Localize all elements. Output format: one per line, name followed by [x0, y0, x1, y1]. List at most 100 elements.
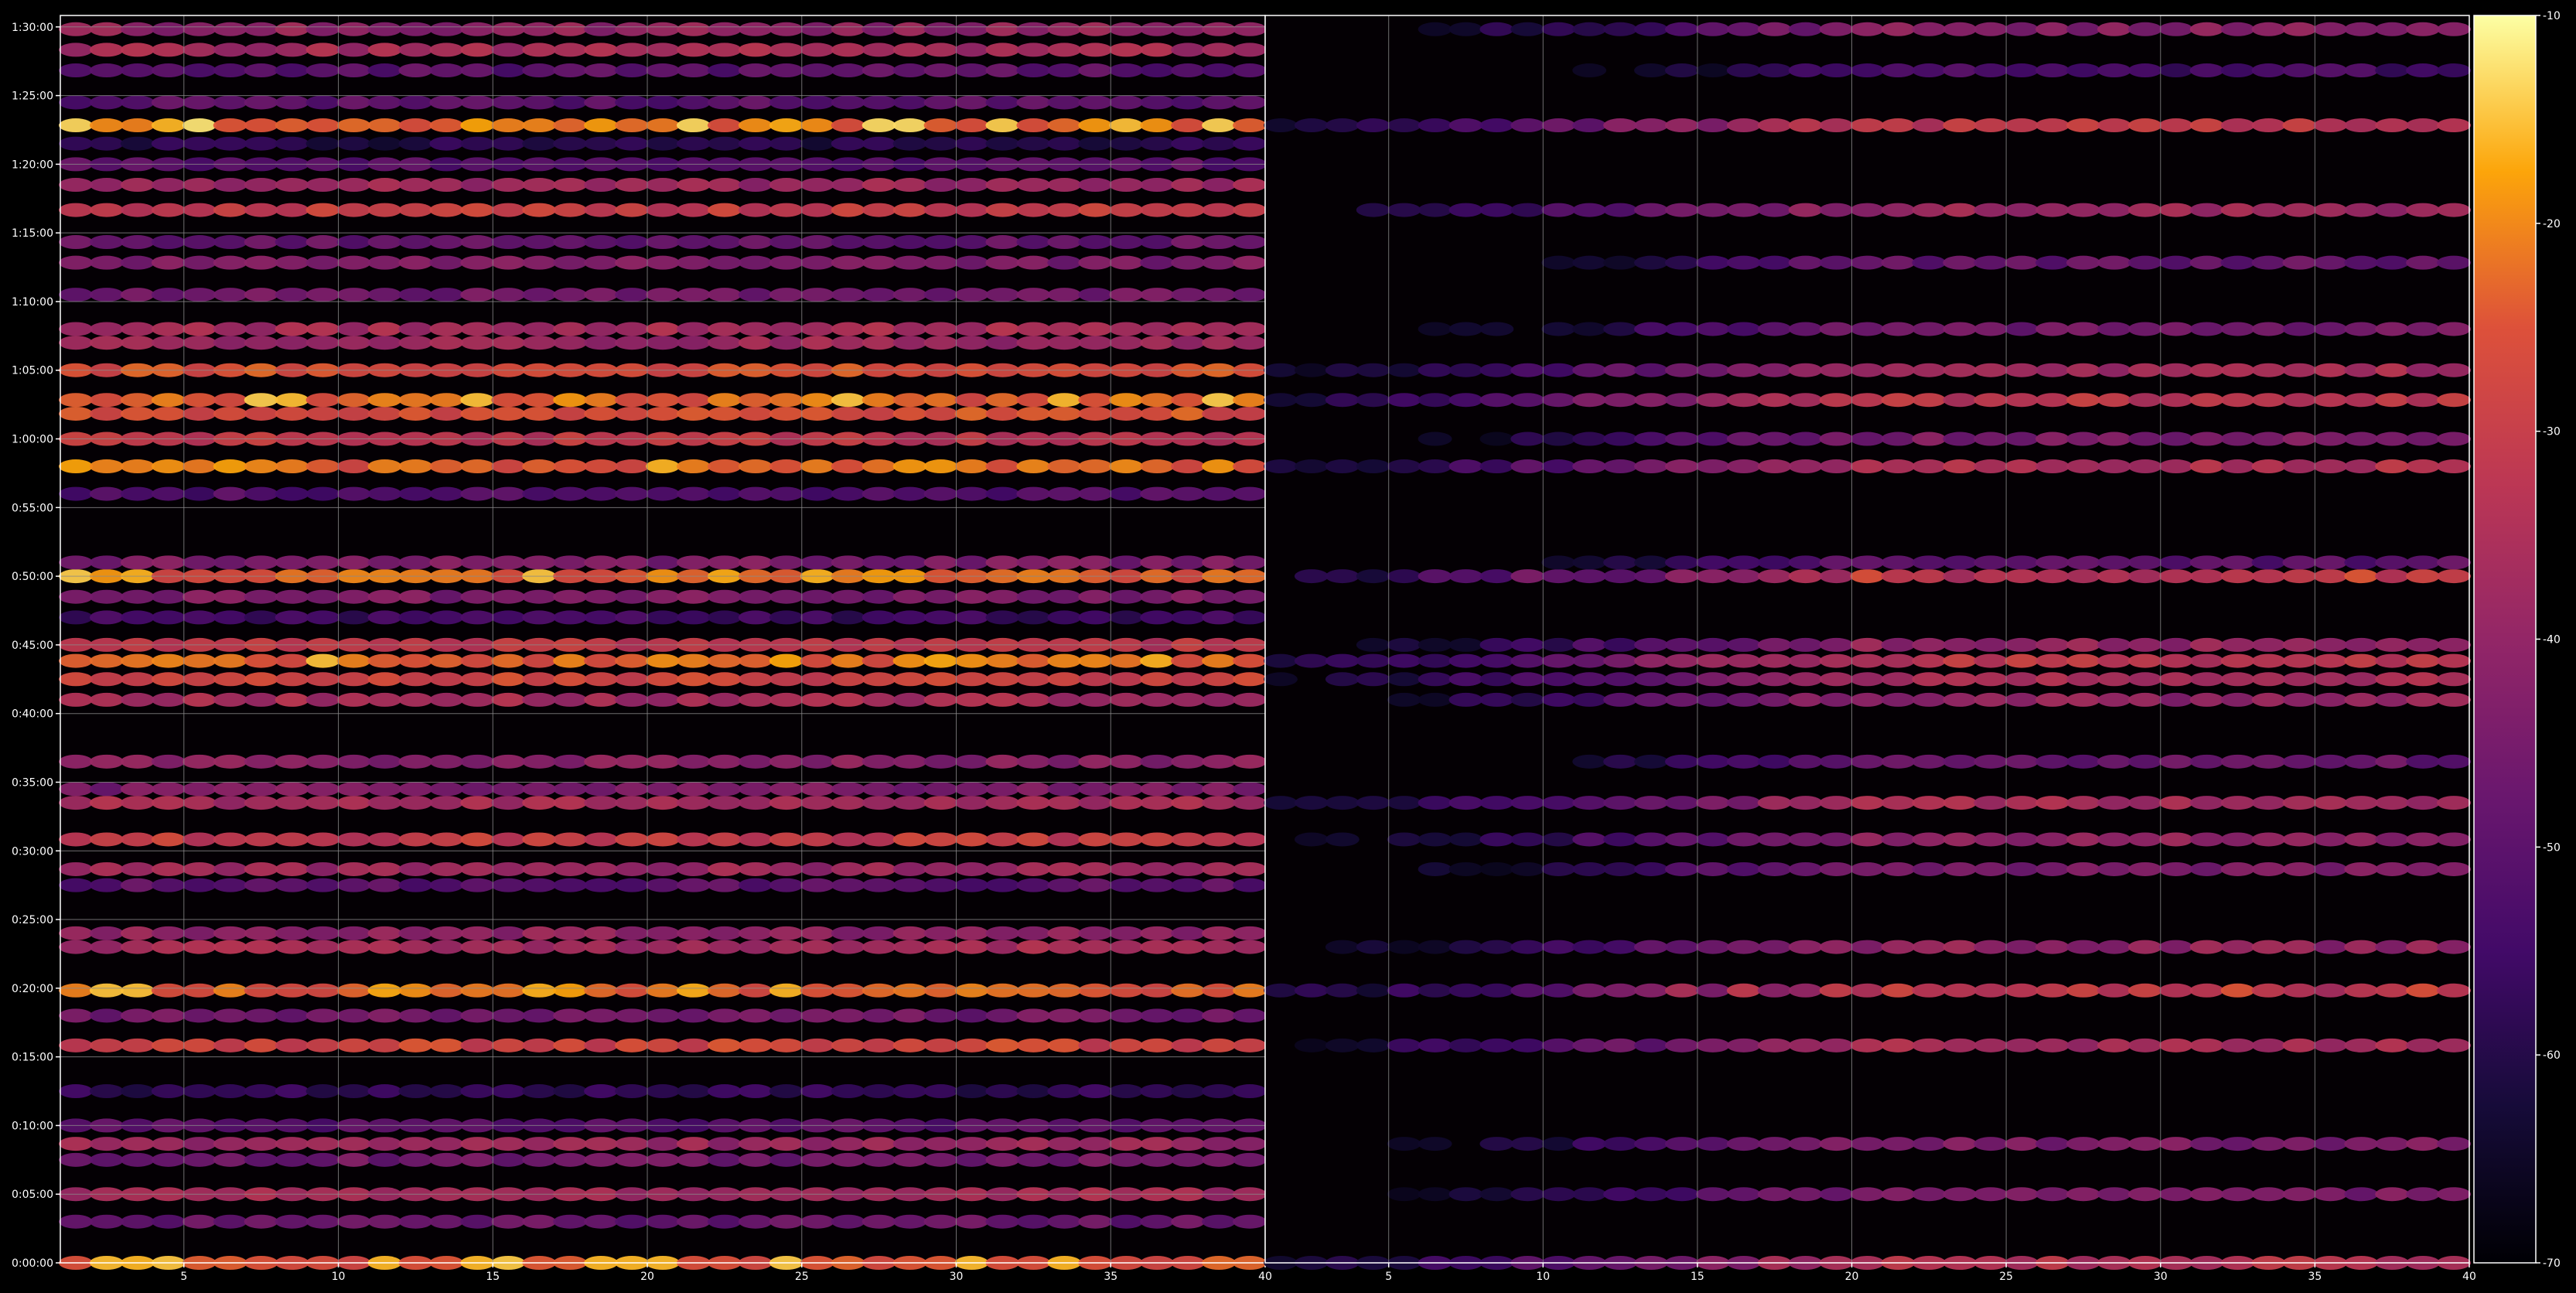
heatmap-cell — [923, 203, 958, 217]
heatmap-cell — [305, 672, 340, 687]
heatmap-cell — [1634, 459, 1668, 474]
heatmap-cell — [892, 178, 927, 193]
heatmap-cell — [59, 782, 93, 797]
heatmap-cell — [862, 1008, 896, 1023]
heatmap-cell — [1541, 255, 1576, 270]
heatmap-cell — [1974, 637, 2008, 652]
heatmap-cell — [2344, 653, 2379, 668]
heatmap-cell — [460, 1152, 495, 1167]
heatmap-cell — [244, 1084, 278, 1099]
heatmap-cell — [1819, 555, 1854, 570]
heatmap-cell — [1356, 1038, 1390, 1052]
x-tick-label: 35 — [2308, 1271, 2322, 1283]
heatmap-cell — [553, 796, 588, 810]
heatmap-cell — [862, 288, 896, 302]
heatmap-cell — [1233, 926, 1267, 940]
heatmap-cell — [2282, 1038, 2317, 1052]
heatmap-cell — [429, 336, 464, 350]
heatmap-cell — [1140, 672, 1175, 687]
heatmap-cell — [1850, 940, 1885, 954]
heatmap-cell — [923, 796, 958, 810]
heatmap-cell — [831, 203, 865, 217]
heatmap-cell — [2189, 637, 2224, 652]
heatmap-cell — [1202, 136, 1237, 151]
heatmap-cell — [954, 692, 989, 707]
heatmap-cell — [584, 672, 619, 687]
heatmap-cell — [738, 1084, 773, 1099]
heatmap-cell — [831, 178, 865, 193]
heatmap-cell — [182, 203, 217, 217]
heatmap-cell — [367, 235, 402, 250]
heatmap-cell — [1634, 255, 1668, 270]
heatmap-cell — [336, 22, 371, 36]
heatmap-cell — [985, 1084, 1020, 1099]
heatmap-cell — [1726, 22, 1761, 36]
heatmap-cell — [1881, 983, 1916, 998]
heatmap-cell — [120, 1152, 155, 1167]
heatmap-cell — [2437, 255, 2471, 270]
heatmap-cell — [59, 754, 93, 769]
heatmap-cell — [1881, 796, 1916, 810]
heatmap-cell — [275, 861, 309, 876]
heatmap-cell — [892, 235, 927, 250]
heatmap-cell — [1572, 459, 1607, 474]
heatmap-cell — [2437, 393, 2471, 408]
heatmap-cell — [1603, 1137, 1638, 1151]
heatmap-cell — [800, 63, 834, 78]
heatmap-cell — [59, 672, 93, 687]
heatmap-cell — [1757, 322, 1792, 336]
heatmap-cell — [1233, 178, 1267, 193]
heatmap-cell — [584, 235, 619, 250]
heatmap-cell — [985, 983, 1020, 998]
heatmap-cell — [491, 1214, 526, 1229]
heatmap-cell — [2127, 363, 2162, 377]
heatmap-cell — [676, 610, 711, 625]
heatmap-cell — [646, 672, 680, 687]
heatmap-cell — [120, 861, 155, 876]
heatmap-cell — [584, 136, 619, 151]
heatmap-cell — [2313, 363, 2348, 377]
heatmap-cell — [1943, 203, 1977, 217]
heatmap-cell — [2127, 1137, 2162, 1151]
heatmap-cell — [1078, 118, 1113, 133]
heatmap-cell — [2035, 118, 2069, 133]
heatmap-cell — [213, 1084, 247, 1099]
heatmap-cell — [429, 43, 464, 57]
heatmap-cell — [305, 178, 340, 193]
heatmap-cell — [2097, 203, 2131, 217]
heatmap-cell — [2437, 459, 2471, 474]
heatmap-cell — [1047, 555, 1082, 570]
heatmap-cell — [1665, 1038, 1699, 1052]
heatmap-cell — [2251, 432, 2286, 446]
heatmap-cell — [1140, 1084, 1175, 1099]
heatmap-cell — [275, 754, 309, 769]
heatmap-cell — [244, 754, 278, 769]
heatmap-cell — [1171, 832, 1206, 847]
heatmap-cell — [275, 203, 309, 217]
y-tick-label: 1:05:00 — [12, 365, 53, 377]
heatmap-cell — [2375, 255, 2410, 270]
heatmap-cell — [2005, 692, 2039, 707]
heatmap-cell — [1881, 653, 1916, 668]
heatmap-cell — [398, 63, 433, 78]
heatmap-cell — [2127, 672, 2162, 687]
heatmap-cell — [769, 203, 804, 217]
heatmap-cell — [862, 1152, 896, 1167]
heatmap-cell — [1634, 983, 1668, 998]
heatmap-cell — [1757, 555, 1792, 570]
heatmap-cell — [491, 610, 526, 625]
heatmap-cell — [584, 95, 619, 110]
heatmap-cell — [2220, 555, 2255, 570]
heatmap-cell — [2189, 672, 2224, 687]
heatmap-cell — [707, 95, 742, 110]
heatmap-cell — [831, 1038, 865, 1052]
heatmap-cell — [120, 796, 155, 810]
heatmap-cell — [244, 406, 278, 421]
heatmap-cell — [2406, 555, 2441, 570]
heatmap-cell — [2220, 940, 2255, 954]
heatmap-cell — [1788, 754, 1823, 769]
heatmap-cell — [676, 43, 711, 57]
heatmap-cell — [1788, 796, 1823, 810]
heatmap-cell — [120, 926, 155, 940]
heatmap-cell — [985, 861, 1020, 876]
